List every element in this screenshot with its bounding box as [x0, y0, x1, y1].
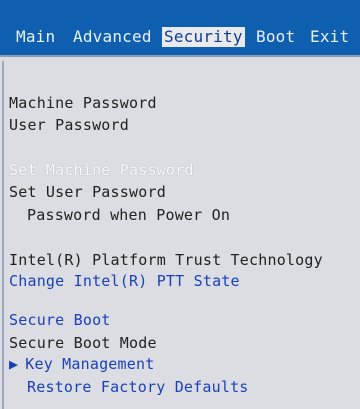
- restore-factory-defaults-item[interactable]: Restore Factory Defaults: [27, 377, 249, 397]
- tab-boot[interactable]: Boot: [256, 27, 295, 47]
- tab-advanced[interactable]: Advanced: [73, 27, 152, 47]
- user-password-label: User Password: [9, 116, 129, 134]
- intel-ptt-item[interactable]: Intel(R) Platform Trust Technology: [9, 250, 323, 270]
- set-machine-password-item[interactable]: Set Machine Password: [9, 160, 194, 180]
- machine-password-label: Machine Password: [9, 94, 157, 112]
- secure-boot-item[interactable]: Secure Boot: [9, 310, 111, 330]
- tab-main[interactable]: Main: [16, 27, 55, 47]
- tab-security[interactable]: Security: [162, 27, 245, 47]
- security-panel: Machine Password User Password Set Machi…: [0, 55, 360, 409]
- bios-screen: Main Advanced Security Boot Exit Machine…: [0, 0, 360, 409]
- password-when-power-on-item[interactable]: Password when Power On: [27, 205, 230, 225]
- set-user-password-item[interactable]: Set User Password: [9, 182, 166, 202]
- change-ptt-state-item[interactable]: Change Intel(R) PTT State: [9, 271, 240, 291]
- key-management-label: Key Management: [25, 355, 155, 373]
- secure-boot-mode-item[interactable]: Secure Boot Mode: [9, 333, 157, 353]
- menu-bar: Main Advanced Security Boot Exit: [0, 0, 360, 60]
- key-management-item[interactable]: ▶ Key Management: [9, 354, 154, 374]
- submenu-arrow-icon: ▶: [9, 355, 19, 373]
- tab-exit[interactable]: Exit: [310, 27, 349, 47]
